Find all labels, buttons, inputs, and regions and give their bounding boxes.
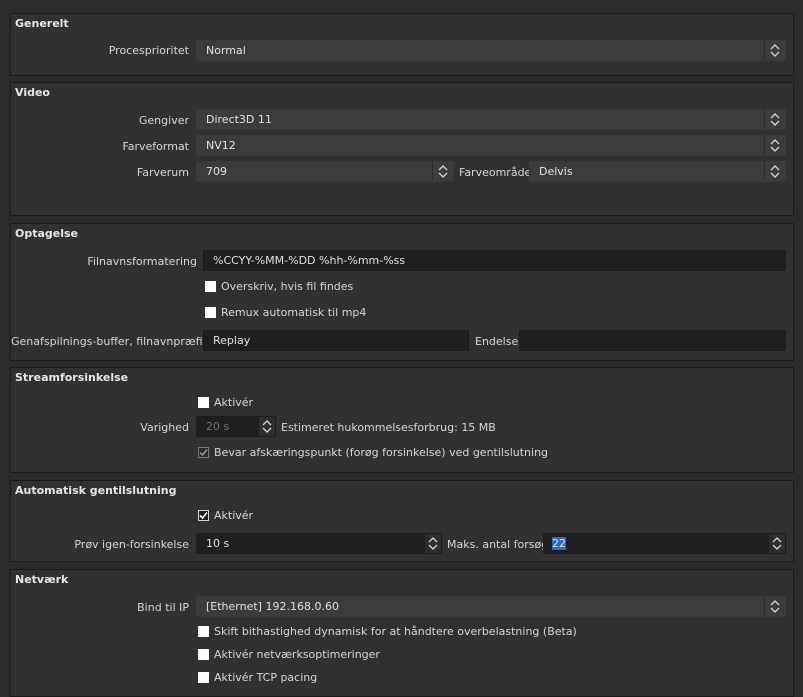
tcp-pacing-label: Aktivér TCP pacing: [214, 671, 318, 684]
filename-format-input[interactable]: %CCYY-%MM-%DD %hh-%mm-%ss: [203, 250, 786, 271]
spin-arrows-icon[interactable]: [769, 534, 785, 553]
retry-delay-spinbox[interactable]: 10 s: [196, 533, 442, 554]
chevron-updown-icon: [432, 162, 453, 181]
group-general-title: Generelt: [15, 17, 69, 30]
bind-ip-value: [Ethernet] 192.168.0.60: [206, 600, 339, 613]
retry-delay-value: 10 s: [206, 537, 230, 550]
remux-label: Remux automatisk til mp4: [221, 306, 367, 319]
preserve-cutoff-checkbox[interactable]: [198, 447, 209, 458]
color-space-value: 709: [206, 165, 227, 178]
suffix-input[interactable]: [519, 330, 786, 351]
memory-estimate-text: Estimeret hukommelsesforbrug: 15 MB: [281, 421, 496, 434]
max-retries-spinbox[interactable]: 22: [543, 533, 786, 554]
group-video-title: Video: [15, 86, 50, 99]
group-video: Video Gengiver Direct3D 11 Farveformat N…: [10, 82, 794, 216]
replay-prefix-input[interactable]: Replay: [203, 330, 469, 351]
color-format-label: Farveformat: [122, 140, 189, 153]
chevron-updown-icon: [764, 110, 785, 129]
group-stream-delay: Streamforsinkelse Aktivér Varighed 20 s …: [10, 367, 794, 473]
spin-arrows-icon[interactable]: [425, 534, 441, 553]
group-reconnect-title: Automatisk gentilslutning: [15, 484, 177, 497]
renderer-value: Direct3D 11: [206, 113, 272, 126]
process-priority-value: Normal: [206, 44, 246, 57]
chevron-updown-icon: [764, 41, 785, 60]
duration-label: Varighed: [140, 421, 189, 434]
color-range-select[interactable]: Delvis: [529, 161, 786, 182]
filename-format-value: %CCYY-%MM-%DD %hh-%mm-%ss: [213, 254, 406, 267]
group-network-title: Netværk: [15, 573, 69, 586]
max-retries-label: Maks. antal forsøg: [447, 538, 549, 551]
replay-prefix-label: Genafspilnings-buffer, filnavnpræfiks: [11, 335, 215, 348]
max-retries-value: 22: [552, 537, 566, 550]
check-icon: [199, 449, 208, 457]
spin-arrows-icon[interactable]: [259, 417, 275, 436]
reconnect-enable-checkbox[interactable]: [198, 510, 209, 521]
group-recording: Optagelse Filnavnsformatering %CCYY-%MM-…: [10, 223, 794, 361]
color-space-select[interactable]: 709: [196, 161, 454, 182]
group-recording-title: Optagelse: [15, 227, 79, 240]
stream-delay-enable-label: Aktivér: [214, 396, 254, 409]
overwrite-checkbox[interactable]: [205, 281, 216, 292]
chevron-updown-icon: [764, 162, 785, 181]
group-reconnect: Automatisk gentilslutning Aktivér Prøv i…: [10, 480, 794, 562]
replay-prefix-value: Replay: [213, 334, 251, 347]
group-general: Generelt Procesprioritet Normal: [10, 13, 794, 76]
reconnect-enable-label: Aktivér: [214, 509, 254, 522]
chevron-updown-icon: [764, 136, 785, 155]
process-priority-label: Procesprioritet: [108, 44, 189, 57]
bind-ip-label: Bind til IP: [137, 601, 189, 614]
duration-value: 20 s: [206, 420, 230, 433]
renderer-label: Gengiver: [138, 114, 189, 127]
color-space-label: Farverum: [136, 166, 189, 179]
color-range-value: Delvis: [539, 165, 573, 178]
remux-checkbox[interactable]: [205, 307, 216, 318]
chevron-updown-icon: [764, 597, 785, 616]
check-icon: [199, 511, 208, 520]
stream-delay-enable-checkbox[interactable]: [198, 397, 209, 408]
tcp-pacing-checkbox[interactable]: [198, 672, 209, 683]
dynamic-bitrate-label: Skift bithastighed dynamisk for at håndt…: [214, 625, 577, 638]
group-network: Netværk Bind til IP [Ethernet] 192.168.0…: [10, 569, 794, 697]
dynamic-bitrate-checkbox[interactable]: [198, 626, 209, 637]
overwrite-label: Overskriv, hvis fil findes: [221, 280, 354, 293]
network-optimizations-label: Aktivér netværksoptimeringer: [214, 648, 380, 661]
process-priority-select[interactable]: Normal: [196, 40, 786, 61]
retry-delay-label: Prøv igen-forsinkelse: [74, 538, 189, 551]
color-range-label: Farveområde: [459, 166, 532, 179]
filename-format-label: Filnavnsformatering: [87, 255, 197, 268]
preserve-cutoff-label: Bevar afskæringspunkt (forøg forsinkelse…: [214, 446, 549, 459]
color-format-value: NV12: [206, 139, 236, 152]
renderer-select[interactable]: Direct3D 11: [196, 109, 786, 130]
bind-ip-select[interactable]: [Ethernet] 192.168.0.60: [196, 596, 786, 617]
color-format-select[interactable]: NV12: [196, 135, 786, 156]
network-optimizations-checkbox[interactable]: [198, 649, 209, 660]
suffix-label: Endelse: [475, 335, 519, 348]
group-stream-delay-title: Streamforsinkelse: [15, 371, 129, 384]
duration-spinbox[interactable]: 20 s: [196, 416, 276, 437]
